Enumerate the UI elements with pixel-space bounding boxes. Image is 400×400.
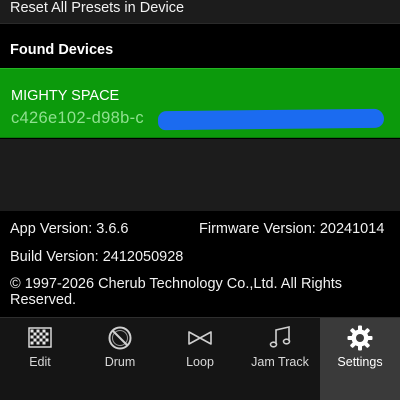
tab-edit-label: Edit [29, 355, 51, 369]
tab-settings[interactable]: Settings [320, 318, 400, 400]
bottom-tab-bar: Edit Drum Loop Jam Track Settings [0, 317, 400, 400]
loop-icon [188, 331, 212, 345]
tab-settings-label: Settings [337, 355, 383, 369]
device-id: c426e102-d98b-c [11, 109, 144, 127]
gear-icon [347, 325, 373, 351]
tab-jam-track-label: Jam Track [251, 355, 309, 369]
device-list-item[interactable]: MIGHTY SPACE c426e102-d98b-c [0, 68, 400, 138]
copyright-text-line1: © 1997-2026 Cherub Technology Co.,Ltd. A… [10, 276, 343, 292]
found-devices-header: Found Devices [0, 24, 400, 67]
copyright-text-line2: Reserved. [10, 292, 77, 308]
device-list-empty-area [0, 139, 400, 211]
reset-all-presets-label: Reset All Presets in Device [10, 0, 185, 16]
reset-all-presets-row[interactable]: Reset All Presets in Device [0, 0, 400, 24]
redaction-overlay [157, 108, 385, 131]
tab-drum-label: Drum [104, 355, 136, 369]
build-version-text: Build Version: 2412050928 [10, 249, 184, 265]
tab-loop[interactable]: Loop [160, 318, 240, 400]
drum-icon [108, 326, 132, 350]
version-info-panel: App Version: 3.6.6 Firmware Version: 202… [0, 211, 400, 317]
edit-grid-icon [28, 327, 52, 348]
tab-loop-label: Loop [186, 355, 214, 369]
music-note-icon [269, 325, 291, 348]
device-name: MIGHTY SPACE [11, 88, 120, 104]
app-version-text: App Version: 3.6.6 [10, 221, 129, 237]
found-devices-title: Found Devices [10, 42, 114, 58]
tab-drum[interactable]: Drum [80, 318, 160, 400]
tab-jam-track[interactable]: Jam Track [240, 318, 320, 400]
tab-edit[interactable]: Edit [0, 318, 80, 400]
firmware-version-text: Firmware Version: 20241014 [199, 221, 385, 237]
